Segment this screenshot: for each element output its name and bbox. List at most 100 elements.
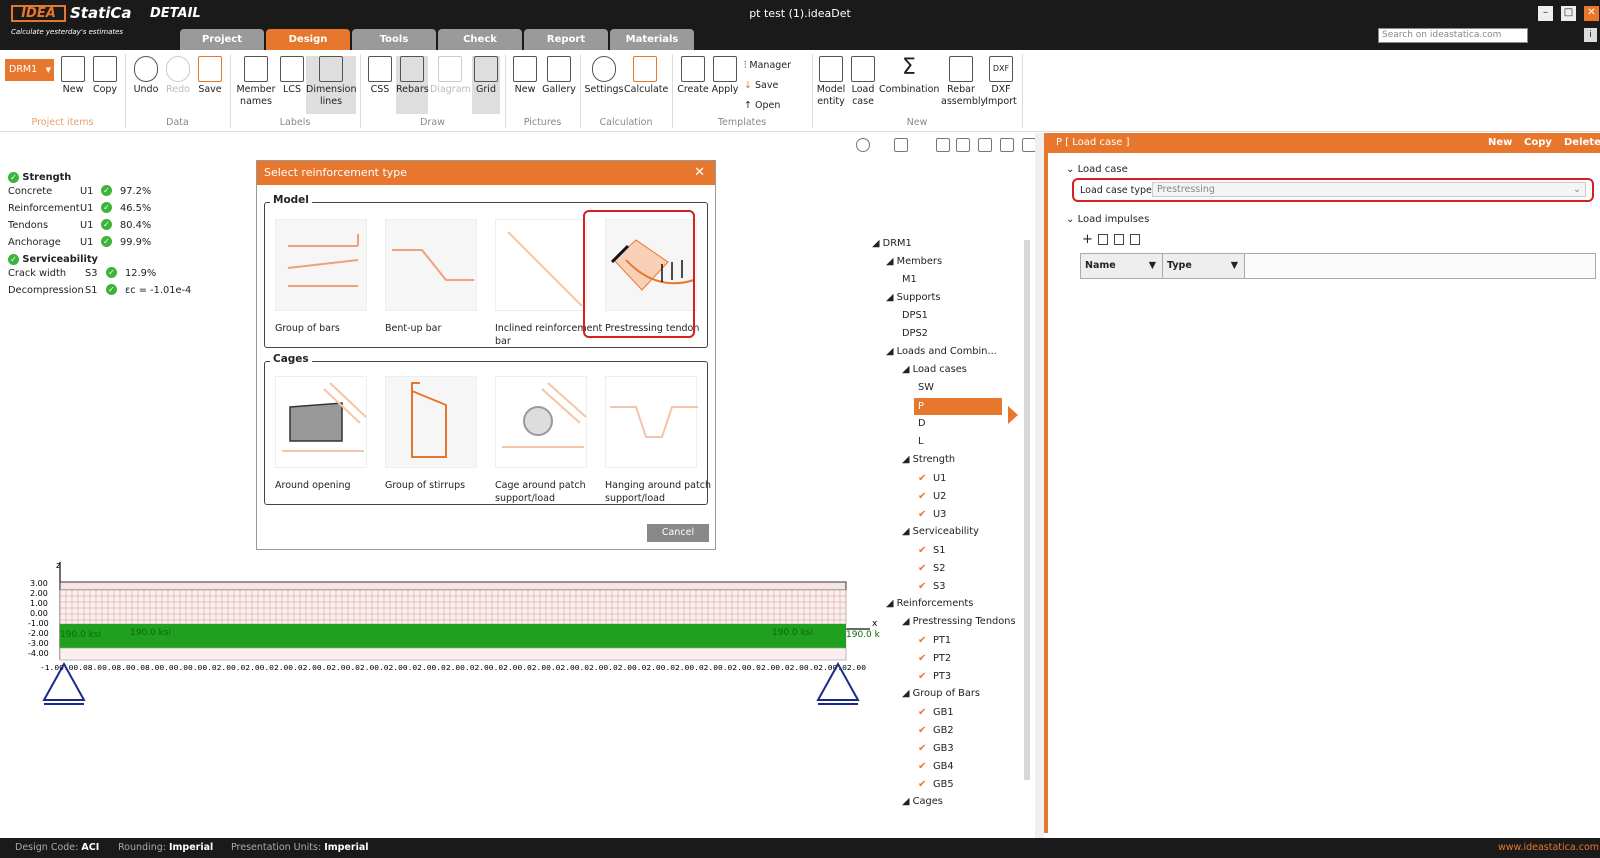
css-button[interactable]: CSS (366, 56, 394, 96)
checkbox-icon[interactable]: ✔ (918, 636, 928, 646)
tree-node-root[interactable]: ◢ DRM1 (872, 238, 912, 249)
tree-node-sw[interactable]: SW (918, 382, 934, 393)
load-impulses-section[interactable]: ⌄ Load impulses (1066, 214, 1149, 225)
zoom-icon[interactable] (856, 138, 870, 152)
add-icon[interactable]: + (1082, 232, 1093, 247)
filter-icon[interactable]: ▼ (1149, 254, 1156, 278)
tree-node-gb5[interactable]: ✔ GB5 (918, 779, 954, 790)
copy-button[interactable]: Copy (1524, 133, 1552, 153)
new-picture-button[interactable]: New (510, 56, 540, 96)
tree-node-m1[interactable]: M1 (902, 274, 917, 285)
tree-node-u3[interactable]: ✔ U3 (918, 509, 946, 520)
tree-node-loads[interactable]: ◢ Loads and Combin... (886, 346, 997, 357)
tab-design[interactable]: Design (266, 29, 350, 50)
tab-project[interactable]: Project (180, 29, 264, 50)
tree-node-pt2[interactable]: ✔ PT2 (918, 653, 951, 664)
template-manager-button[interactable]: ⫶ Manager (744, 60, 791, 71)
tree-node-gb3[interactable]: ✔ GB3 (918, 743, 954, 754)
tree-node-strength[interactable]: ◢ Strength (902, 454, 955, 465)
checkbox-icon[interactable]: ✔ (918, 708, 928, 718)
solid-cube-icon[interactable] (956, 138, 970, 152)
grid-button[interactable]: Grid (472, 56, 500, 114)
checkbox-icon[interactable]: ✔ (918, 780, 928, 790)
new-button[interactable]: New (1488, 133, 1512, 153)
lcs-button[interactable]: LCS (280, 56, 304, 96)
tree-node-gb1[interactable]: ✔ GB1 (918, 707, 954, 718)
new-project-item-button[interactable]: New (58, 56, 88, 96)
undo-button[interactable]: Undo (130, 56, 162, 96)
tree-node-pt3[interactable]: ✔ PT3 (918, 671, 951, 682)
tree-node-reinforcements[interactable]: ◢ Reinforcements (886, 598, 973, 609)
checkbox-icon[interactable]: ✔ (918, 564, 928, 574)
rebars-button[interactable]: Rebars (396, 56, 429, 114)
member-names-button[interactable]: Member names (234, 56, 278, 108)
tree-node-group-of-bars[interactable]: ◢ Group of Bars (902, 688, 980, 699)
dimension-lines-button[interactable]: Dimension lines (306, 56, 357, 114)
checkbox-icon[interactable]: ✔ (918, 510, 928, 520)
apply-template-button[interactable]: Apply (710, 56, 740, 96)
maximize-icon[interactable]: □ (1561, 6, 1576, 21)
cancel-button[interactable]: Cancel (647, 524, 709, 542)
tree-node-d[interactable]: D (918, 418, 926, 429)
template-save-button[interactable]: ↓ Save (744, 80, 778, 91)
panel-splitter[interactable] (1035, 133, 1044, 838)
tree-node-s3[interactable]: ✔ S3 (918, 581, 945, 592)
gallery-button[interactable]: Gallery (542, 56, 576, 96)
tree-node-s2[interactable]: ✔ S2 (918, 563, 945, 574)
tree-node-u2[interactable]: ✔ U2 (918, 491, 946, 502)
minimize-icon[interactable]: – (1538, 6, 1553, 21)
tree-node-gb2[interactable]: ✔ GB2 (918, 725, 954, 736)
model-entity-button[interactable]: Model entity (815, 56, 847, 108)
combination-button[interactable]: Σ Combination (879, 56, 939, 96)
delete-icon[interactable] (1114, 234, 1124, 245)
load-case-type-select[interactable]: Prestressing ⌄ (1152, 182, 1586, 197)
dxf-import-button[interactable]: DXF DXF Import (983, 56, 1019, 108)
tab-check[interactable]: Check (438, 29, 522, 50)
tree-node-p[interactable]: P (914, 398, 1002, 415)
load-case-button[interactable]: Load case (849, 56, 877, 108)
checkbox-icon[interactable]: ✔ (918, 654, 928, 664)
create-template-button[interactable]: Create (676, 56, 710, 96)
load-case-section[interactable]: ⌄ Load case (1066, 164, 1128, 175)
fit-view-icon[interactable] (1022, 138, 1036, 152)
redo-button[interactable]: Redo (163, 56, 193, 96)
tab-report[interactable]: Report (524, 29, 608, 50)
cube-icon[interactable] (936, 138, 950, 152)
tree-node-gb4[interactable]: ✔ GB4 (918, 761, 954, 772)
column-type[interactable]: Type ▼ (1163, 254, 1245, 278)
template-open-button[interactable]: ↑ Open (744, 100, 780, 111)
tree-node-supports[interactable]: ◢ Supports (886, 292, 941, 303)
info-icon[interactable]: i (1584, 28, 1597, 42)
search-input[interactable]: Search on ideastatica.com (1378, 28, 1528, 43)
filter-icon[interactable]: ▼ (1231, 254, 1238, 278)
2d-view-icon[interactable] (894, 138, 908, 152)
checkbox-icon[interactable]: ✔ (918, 672, 928, 682)
checkbox-icon[interactable]: ✔ (918, 762, 928, 772)
copy-icon[interactable] (1098, 234, 1108, 245)
tree-node-l[interactable]: L (918, 436, 923, 447)
tree-node-s1[interactable]: ✔ S1 (918, 545, 945, 556)
copy-project-item-button[interactable]: Copy (90, 56, 120, 96)
calculate-button[interactable]: Calculate (624, 56, 668, 96)
rebar-assembly-button[interactable]: Rebar assembly (941, 56, 986, 108)
tree-node-load-cases[interactable]: ◢ Load cases (902, 364, 967, 375)
tree-node-cages[interactable]: ◢ Cages (902, 796, 943, 807)
checkbox-icon[interactable]: ✔ (918, 726, 928, 736)
settings-button[interactable]: Settings (584, 56, 624, 96)
checkbox-icon[interactable]: ✔ (918, 546, 928, 556)
home-icon[interactable] (1000, 138, 1014, 152)
tree-node-members[interactable]: ◢ Members (886, 256, 942, 267)
tab-tools[interactable]: Tools (352, 29, 436, 50)
checkbox-icon[interactable]: ✔ (918, 744, 928, 754)
checkbox-icon[interactable]: ✔ (918, 492, 928, 502)
tree-scrollbar[interactable] (1024, 240, 1030, 780)
close-icon[interactable]: ✕ (694, 161, 705, 185)
tree-node-tendons[interactable]: ◢ Prestressing Tendons (902, 616, 1016, 627)
tree-node-pt1[interactable]: ✔ PT1 (918, 635, 951, 646)
checkbox-icon[interactable]: ✔ (918, 474, 928, 484)
tree-node-dps1[interactable]: DPS1 (902, 310, 928, 321)
project-item-dropdown[interactable]: DRM1 ▼ (5, 59, 54, 81)
checkbox-icon[interactable]: ✔ (918, 582, 928, 592)
plane-icon[interactable] (978, 138, 992, 152)
tab-materials[interactable]: Materials (610, 29, 694, 50)
